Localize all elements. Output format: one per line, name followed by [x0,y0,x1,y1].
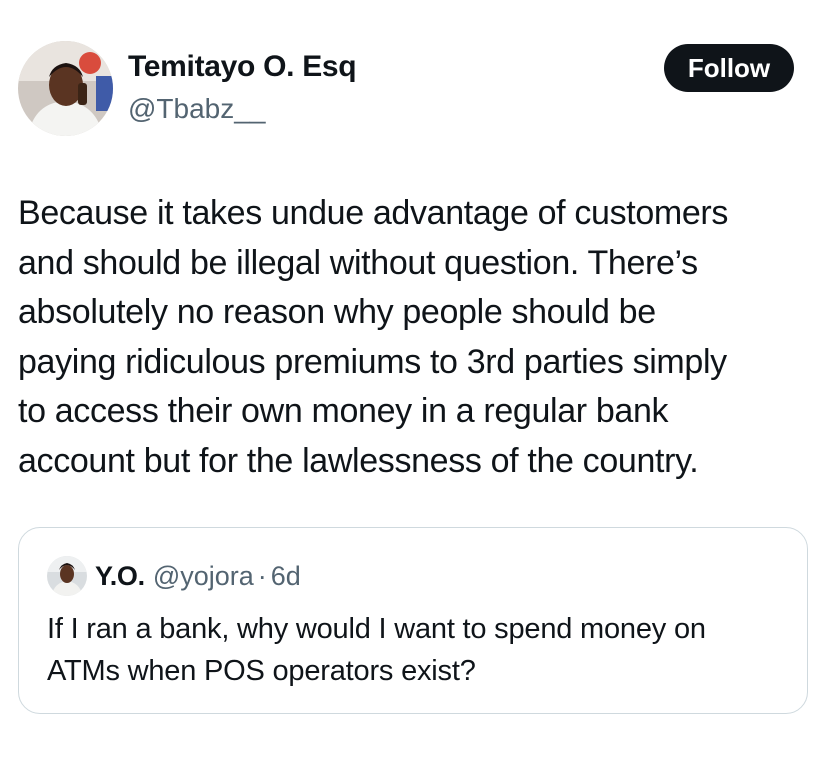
author-name[interactable]: Temitayo O. Esq [128,50,357,84]
quoted-tweet-text: If I ran a bank, why would I want to spe… [47,608,807,692]
tweet-text: Because it takes undue advantage of cust… [18,189,818,486]
quoted-tweet-timestamp[interactable]: 6d [271,561,301,592]
quoted-author-avatar-image [47,556,87,596]
author-avatar-image [18,41,113,136]
tweet-text-line: to access their own money in a regular b… [18,392,669,430]
tweet-text-line: paying ridiculous premiums to 3rd partie… [18,342,727,381]
quoted-tweet-text-line: ATMs when POS operators exist? [47,655,476,687]
tweet-text-line: account but for the lawlessness of the c… [18,441,699,480]
quoted-author-handle[interactable]: @yojora [153,561,254,592]
follow-button[interactable]: Follow [664,44,794,92]
quoted-tweet-header: Y.O. @yojora · 6d [47,556,301,596]
author-avatar[interactable] [18,41,113,136]
quoted-author-avatar[interactable] [47,556,87,596]
author-handle[interactable]: @Tbabz__ [128,93,265,125]
quoted-tweet-text-line: If I ran a bank, why would I want to spe… [47,613,706,645]
tweet-text-line: absolutely no reason why people should b… [18,293,656,331]
dot-separator: · [257,560,267,591]
tweet-text-line: and should be illegal without question. … [18,243,698,282]
quoted-author-name[interactable]: Y.O. [95,561,145,592]
quoted-tweet-card[interactable]: Y.O. @yojora · 6d If I ran a bank, why w… [18,527,808,714]
tweet-text-line: Because it takes undue advantage of cust… [18,194,729,232]
